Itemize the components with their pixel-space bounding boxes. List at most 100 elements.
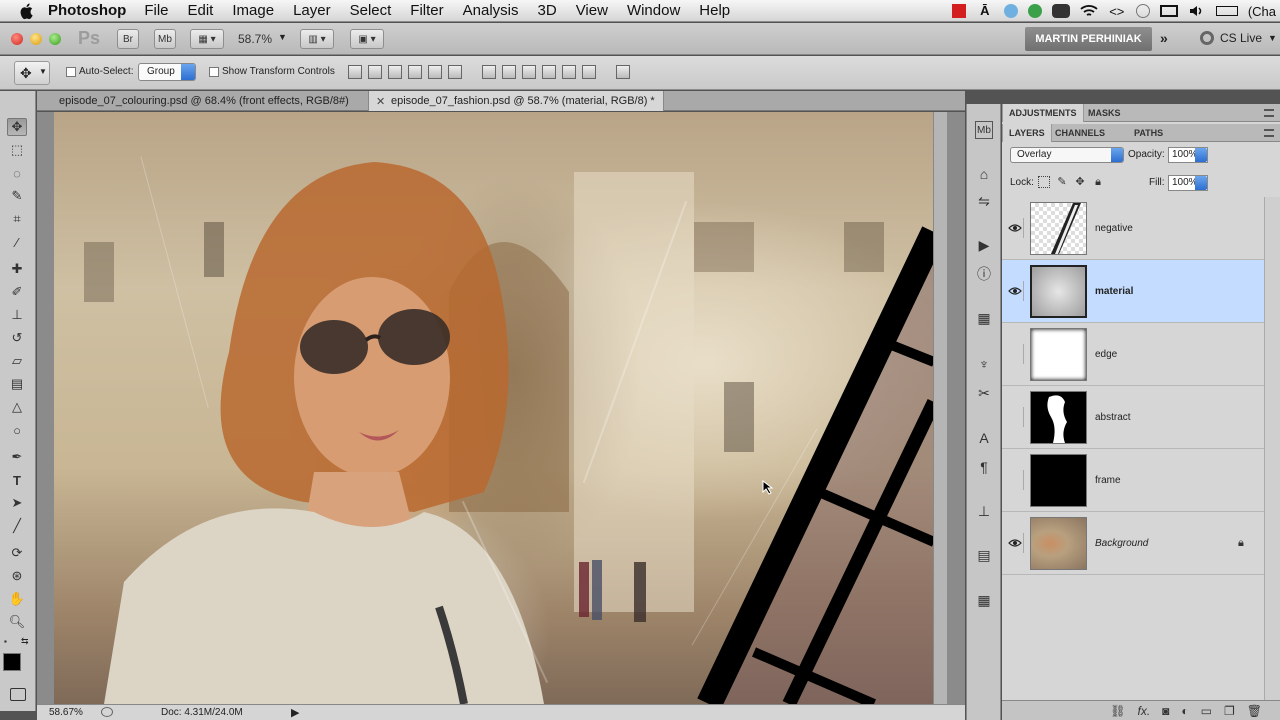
- script-icon[interactable]: Ā: [976, 4, 994, 18]
- mini-bridge-button[interactable]: Mb: [154, 29, 176, 49]
- document-image[interactable]: [54, 112, 934, 704]
- layer-row-negative[interactable]: negative: [1002, 197, 1264, 260]
- tab-adjustments[interactable]: ADJUSTMENTS: [1002, 104, 1084, 122]
- foreground-color-swatch[interactable]: [3, 653, 21, 671]
- distribute-left-icon[interactable]: [542, 65, 556, 79]
- menu-help[interactable]: Help: [699, 2, 730, 19]
- align-bottom-icon[interactable]: [388, 65, 402, 79]
- layer-row-abstract[interactable]: abstract: [1002, 386, 1264, 449]
- character-panel-icon[interactable]: A: [975, 429, 993, 447]
- notes-panel-icon[interactable]: ▤: [975, 546, 993, 564]
- blend-mode-dropdown[interactable]: Overlay: [1010, 147, 1124, 163]
- app-name-menu[interactable]: Photoshop: [48, 2, 126, 19]
- canvas-area[interactable]: [37, 112, 965, 704]
- status-info-icon[interactable]: [101, 707, 113, 717]
- lock-pixels-icon[interactable]: ✎: [1056, 176, 1068, 188]
- lock-transparency-icon[interactable]: [1038, 176, 1050, 188]
- zoom-dropdown-icon[interactable]: ▼: [278, 32, 287, 42]
- menu-3d[interactable]: 3D: [538, 2, 557, 19]
- default-colors-icon[interactable]: ▪: [4, 637, 7, 646]
- crop-tool-icon[interactable]: ⌗: [7, 210, 27, 228]
- distribute-horizontal-center-icon[interactable]: [562, 65, 576, 79]
- link-layers-icon[interactable]: ⛓: [1110, 704, 1125, 718]
- lasso-tool-icon[interactable]: ◌: [7, 164, 27, 182]
- blur-tool-icon[interactable]: △: [7, 398, 27, 416]
- brush-tool-icon[interactable]: ✐: [7, 283, 27, 301]
- status-menu-arrow-icon[interactable]: ▶: [291, 706, 299, 719]
- hand-tool-icon[interactable]: ✋: [7, 590, 27, 608]
- clock-text[interactable]: (Cha: [1248, 4, 1276, 19]
- wifi-icon[interactable]: [1080, 4, 1098, 18]
- gradient-tool-icon[interactable]: ▤: [7, 375, 27, 393]
- menu-select[interactable]: Select: [350, 2, 392, 19]
- layer-mask-icon[interactable]: ◙: [1162, 704, 1169, 718]
- paragraph-panel-icon[interactable]: ¶: [975, 458, 993, 476]
- menu-edit[interactable]: Edit: [188, 2, 214, 19]
- layer-row-frame[interactable]: frame: [1002, 449, 1264, 512]
- dodge-tool-icon[interactable]: ○: [7, 421, 27, 439]
- layer-style-icon[interactable]: fx.: [1137, 704, 1150, 718]
- navigator-panel-icon[interactable]: ▦: [975, 309, 993, 327]
- menu-analysis[interactable]: Analysis: [463, 2, 519, 19]
- eraser-tool-icon[interactable]: ▱: [7, 352, 27, 370]
- move-tool-icon[interactable]: ✥: [7, 118, 27, 136]
- quick-selection-tool-icon[interactable]: ✎: [7, 187, 27, 205]
- auto-align-layers-icon[interactable]: [616, 65, 630, 79]
- transform-controls-checkbox[interactable]: [209, 67, 219, 77]
- minimize-window-button[interactable]: [30, 33, 42, 45]
- layer-row-edge[interactable]: edge: [1002, 323, 1264, 386]
- green-status-icon[interactable]: [1027, 4, 1042, 18]
- gamepad-icon[interactable]: [1051, 4, 1070, 18]
- arrange-documents-button[interactable]: ▥ ▾: [300, 29, 334, 49]
- distribute-vertical-center-icon[interactable]: [502, 65, 516, 79]
- tool-presets-panel-icon[interactable]: ✂: [975, 384, 993, 402]
- display-icon[interactable]: [1159, 5, 1178, 17]
- screen-mode-button[interactable]: ▣ ▾: [350, 29, 384, 49]
- align-right-icon[interactable]: [448, 65, 462, 79]
- align-vertical-center-icon[interactable]: [368, 65, 382, 79]
- canvas-vertical-scrollbar[interactable]: [933, 112, 947, 704]
- bridge-button[interactable]: Br: [117, 29, 139, 49]
- workspace-switcher[interactable]: MARTIN PERHINIAK: [1025, 27, 1152, 51]
- tab-layers[interactable]: LAYERS: [1002, 124, 1052, 142]
- adjustment-layer-icon[interactable]: ◐: [1181, 704, 1188, 718]
- clone-stamp-tool-icon[interactable]: ⊥: [7, 306, 27, 324]
- layer-comps-panel-icon[interactable]: ▦: [975, 591, 993, 609]
- visibility-toggle[interactable]: [1006, 281, 1024, 301]
- auto-select-dropdown[interactable]: Group: [138, 63, 196, 81]
- panel-menu-icon[interactable]: [1264, 129, 1274, 137]
- zoom-level[interactable]: 58.7%: [238, 32, 272, 46]
- quick-mask-icon[interactable]: [10, 688, 26, 701]
- cs-live-menu[interactable]: CS Live ▼: [1200, 31, 1277, 45]
- battery-icon[interactable]: [1215, 6, 1238, 16]
- mini-bridge-panel-icon[interactable]: Mb: [975, 121, 993, 139]
- tab-colouring-document[interactable]: episode_07_colouring.psd @ 68.4% (front …: [37, 91, 357, 111]
- layer-row-material[interactable]: material: [1002, 260, 1264, 323]
- tool-preset-picker[interactable]: ✥ ▼: [14, 61, 50, 85]
- 3d-orbit-tool-icon[interactable]: ⊛: [7, 567, 27, 585]
- tab-paths[interactable]: PATHS: [1128, 124, 1169, 142]
- zoom-window-button[interactable]: [49, 33, 61, 45]
- close-window-button[interactable]: [11, 33, 23, 45]
- view-extras-button[interactable]: ▦ ▾: [190, 29, 224, 49]
- lock-all-icon[interactable]: 🔒︎: [1092, 176, 1104, 188]
- history-panel-icon[interactable]: ⌂: [975, 165, 993, 183]
- brush-presets-panel-icon[interactable]: ⊥: [975, 502, 993, 520]
- fill-field[interactable]: 100%: [1168, 175, 1208, 191]
- animation-panel-icon[interactable]: ▶: [975, 236, 993, 254]
- distribute-bottom-icon[interactable]: [522, 65, 536, 79]
- marquee-tool-icon[interactable]: ⬚: [7, 141, 27, 159]
- menu-image[interactable]: Image: [232, 2, 274, 19]
- menu-view[interactable]: View: [576, 2, 608, 19]
- pen-tool-icon[interactable]: ✒: [7, 448, 27, 466]
- info-panel-icon[interactable]: ⓘ: [975, 265, 993, 283]
- delete-layer-icon[interactable]: 🗑︎: [1247, 704, 1262, 718]
- align-horizontal-center-icon[interactable]: [428, 65, 442, 79]
- layers-scrollbar[interactable]: [1264, 197, 1280, 700]
- visibility-toggle[interactable]: [1006, 218, 1024, 238]
- line-tool-icon[interactable]: ╱: [7, 517, 27, 535]
- new-layer-icon[interactable]: ❐: [1224, 704, 1235, 718]
- globe-icon[interactable]: [1003, 4, 1018, 18]
- tab-masks[interactable]: MASKS: [1082, 104, 1127, 122]
- eyedropper-tool-icon[interactable]: ⁄: [7, 233, 27, 251]
